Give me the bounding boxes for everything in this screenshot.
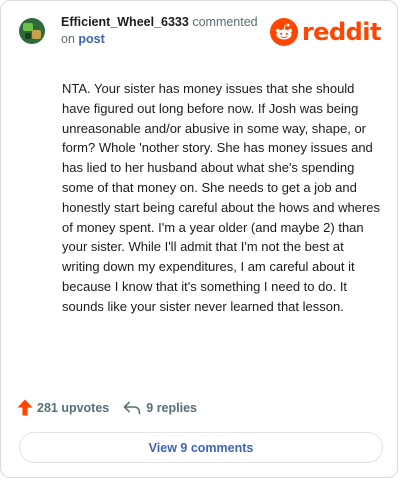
- reply-arrow-icon: [123, 401, 141, 414]
- comment-header: Efficient_Wheel_6333 commented on post: [19, 14, 258, 48]
- comment-meta: Efficient_Wheel_6333 commented on post: [61, 14, 258, 48]
- user-avatar[interactable]: [19, 18, 45, 44]
- upvote-count: 281 upvotes: [37, 400, 110, 415]
- replies-button[interactable]: 9 replies: [123, 401, 197, 415]
- reddit-alien-icon: [269, 18, 298, 46]
- action-text: commented: [192, 15, 258, 29]
- reddit-logo: reddit: [269, 18, 382, 46]
- upvote-button[interactable]: 281 upvotes: [17, 399, 109, 416]
- comment-stats: 281 upvotes 9 replies: [17, 399, 197, 416]
- comment-card: Efficient_Wheel_6333 commented on post r…: [0, 0, 398, 478]
- view-comments-button[interactable]: View 9 comments: [19, 432, 383, 463]
- post-link[interactable]: post: [78, 32, 104, 46]
- username[interactable]: Efficient_Wheel_6333: [61, 15, 189, 29]
- upvote-arrow-icon: [17, 399, 33, 416]
- on-text: on: [61, 32, 75, 46]
- comment-body: NTA. Your sister has money issues that s…: [62, 81, 380, 314]
- reddit-wordmark: reddit: [301, 18, 382, 46]
- replies-count: 9 replies: [146, 400, 197, 415]
